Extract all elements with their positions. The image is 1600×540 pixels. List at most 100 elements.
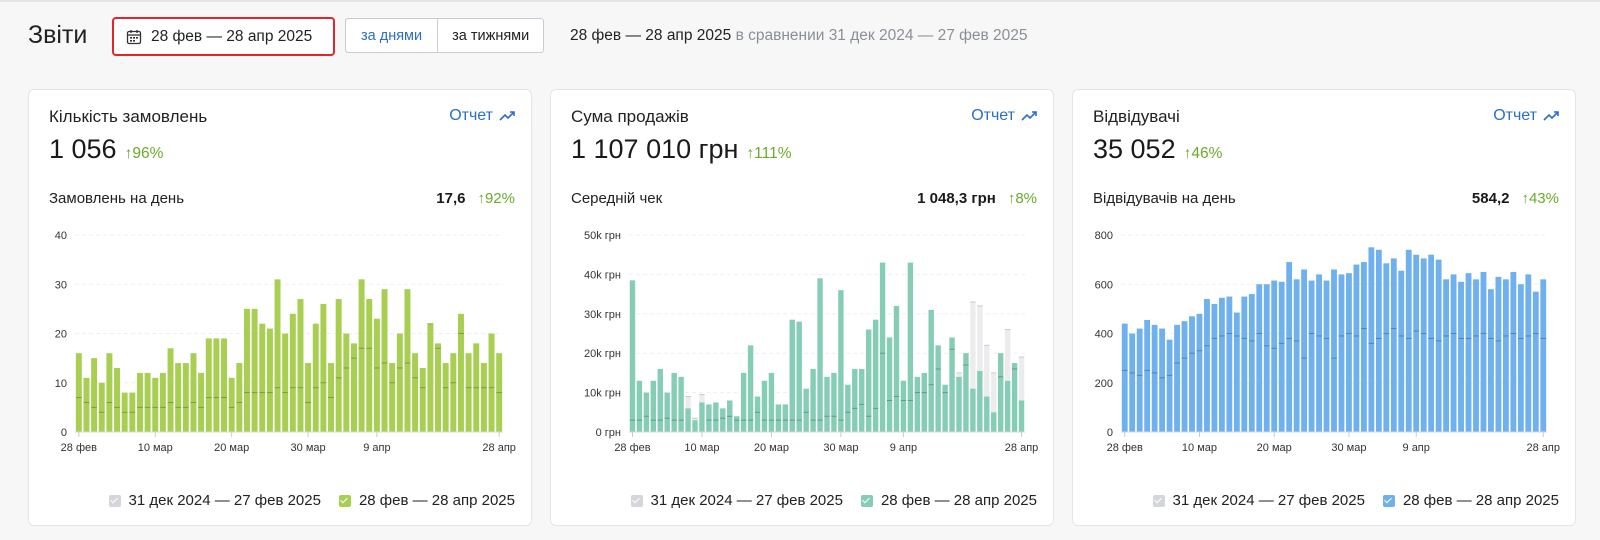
bar-current[interactable]	[671, 372, 677, 432]
bar-current[interactable]	[1390, 258, 1397, 432]
bar-current[interactable]	[1204, 299, 1210, 432]
bar-current[interactable]	[1428, 254, 1435, 432]
toggle-by-weeks[interactable]: за тижнями	[437, 19, 543, 52]
bar-current[interactable]	[914, 376, 921, 432]
bar-current[interactable]	[1540, 279, 1547, 432]
bar-current[interactable]	[83, 377, 90, 432]
bar-current[interactable]	[845, 384, 851, 432]
bar-current[interactable]	[136, 372, 143, 432]
bar-current[interactable]	[1181, 321, 1188, 432]
bar-current[interactable]	[98, 382, 105, 432]
bar-current[interactable]	[657, 368, 663, 432]
bar-current[interactable]	[1398, 270, 1405, 432]
bar-current[interactable]	[1473, 279, 1479, 432]
bar-current[interactable]	[803, 388, 809, 432]
bar-current[interactable]	[190, 353, 197, 432]
legend-previous[interactable]: 31 дек 2024 — 27 фев 2025	[108, 492, 321, 509]
bar-current[interactable]	[396, 333, 403, 433]
bar-current[interactable]	[488, 333, 495, 433]
bar-current[interactable]	[335, 299, 342, 432]
bar-current[interactable]	[1218, 297, 1225, 432]
bar-current[interactable]	[381, 289, 388, 432]
bar-current[interactable]	[236, 363, 243, 432]
bar-current[interactable]	[1375, 249, 1382, 432]
date-range-picker[interactable]: 28 фев — 28 апр 2025	[112, 17, 335, 56]
bar-current[interactable]	[1450, 274, 1457, 432]
bar-current[interactable]	[243, 308, 250, 432]
bar-current[interactable]	[373, 318, 380, 432]
bar-current[interactable]	[754, 396, 761, 432]
bar-current[interactable]	[921, 372, 927, 432]
bar-current[interactable]	[713, 402, 719, 432]
bar-current[interactable]	[636, 380, 643, 432]
bar-current[interactable]	[259, 323, 266, 432]
bar-current[interactable]	[733, 416, 740, 432]
bar-current[interactable]	[1443, 279, 1450, 432]
bar-current[interactable]	[450, 353, 457, 432]
bar-current[interactable]	[1316, 274, 1322, 432]
bar-current[interactable]	[75, 353, 82, 432]
bar-current[interactable]	[817, 278, 823, 432]
toggle-by-days[interactable]: за днями	[346, 19, 439, 52]
bar-current[interactable]	[1144, 319, 1151, 432]
bar-current[interactable]	[404, 289, 411, 432]
report-link[interactable]: Отчет	[1493, 107, 1559, 125]
bar-current[interactable]	[228, 377, 235, 432]
bar-current[interactable]	[984, 396, 990, 432]
bar-current[interactable]	[1256, 284, 1263, 432]
bar-current[interactable]	[1018, 400, 1025, 432]
bar-previous[interactable]	[970, 301, 976, 389]
bar-current[interactable]	[320, 303, 327, 432]
bar-current[interactable]	[685, 408, 691, 432]
bar-current[interactable]	[389, 363, 396, 432]
bar-current[interactable]	[1532, 291, 1539, 432]
legend-previous[interactable]: 31 дек 2024 — 27 фев 2025	[630, 492, 843, 509]
bar-current[interactable]	[852, 368, 858, 432]
bar-current[interactable]	[720, 408, 726, 432]
bar-current[interactable]	[1004, 380, 1011, 432]
bar-current[interactable]	[1480, 271, 1487, 432]
bar-current[interactable]	[1136, 328, 1143, 432]
bar-current[interactable]	[1196, 313, 1203, 432]
bar-current[interactable]	[114, 367, 121, 432]
bar-current[interactable]	[1405, 249, 1412, 432]
bar-current[interactable]	[970, 388, 976, 432]
bar-current[interactable]	[435, 343, 442, 432]
bar-current[interactable]	[1189, 316, 1195, 432]
legend-current[interactable]: 28 фев — 28 апр 2025	[1382, 492, 1559, 509]
bar-current[interactable]	[900, 380, 907, 432]
bar-current[interactable]	[1308, 280, 1315, 432]
bar-current[interactable]	[1121, 323, 1128, 432]
bar-current[interactable]	[1226, 296, 1233, 432]
bar-current[interactable]	[629, 280, 636, 432]
bar-current[interactable]	[1413, 254, 1420, 432]
bar-current[interactable]	[1211, 303, 1218, 432]
bar-current[interactable]	[442, 363, 449, 432]
bar-current[interactable]	[879, 262, 886, 432]
bar-previous[interactable]	[1004, 329, 1011, 381]
bar-current[interactable]	[956, 376, 962, 432]
bar-current[interactable]	[942, 384, 948, 432]
bar-previous[interactable]	[991, 372, 997, 413]
bar-current[interactable]	[1271, 280, 1278, 432]
bar-current[interactable]	[761, 380, 768, 432]
bar-previous[interactable]	[956, 372, 962, 377]
legend-previous[interactable]: 31 дек 2024 — 27 фев 2025	[1152, 492, 1365, 509]
bar-current[interactable]	[266, 328, 273, 432]
bar-current[interactable]	[1502, 279, 1509, 432]
bar-current[interactable]	[427, 323, 434, 432]
bar-previous[interactable]	[984, 345, 990, 397]
bar-current[interactable]	[1510, 271, 1517, 432]
bar-current[interactable]	[935, 345, 941, 432]
bar-current[interactable]	[366, 299, 373, 432]
bar-current[interactable]	[1323, 280, 1330, 432]
bar-current[interactable]	[838, 290, 844, 432]
bar-current[interactable]	[1360, 262, 1367, 432]
bar-current[interactable]	[175, 363, 182, 432]
bar-current[interactable]	[1495, 276, 1502, 432]
bar-current[interactable]	[1338, 274, 1345, 432]
bar-current[interactable]	[221, 338, 228, 432]
report-link[interactable]: Отчет	[449, 107, 515, 125]
bar-current[interactable]	[1159, 328, 1166, 432]
bar-current[interactable]	[289, 313, 296, 432]
